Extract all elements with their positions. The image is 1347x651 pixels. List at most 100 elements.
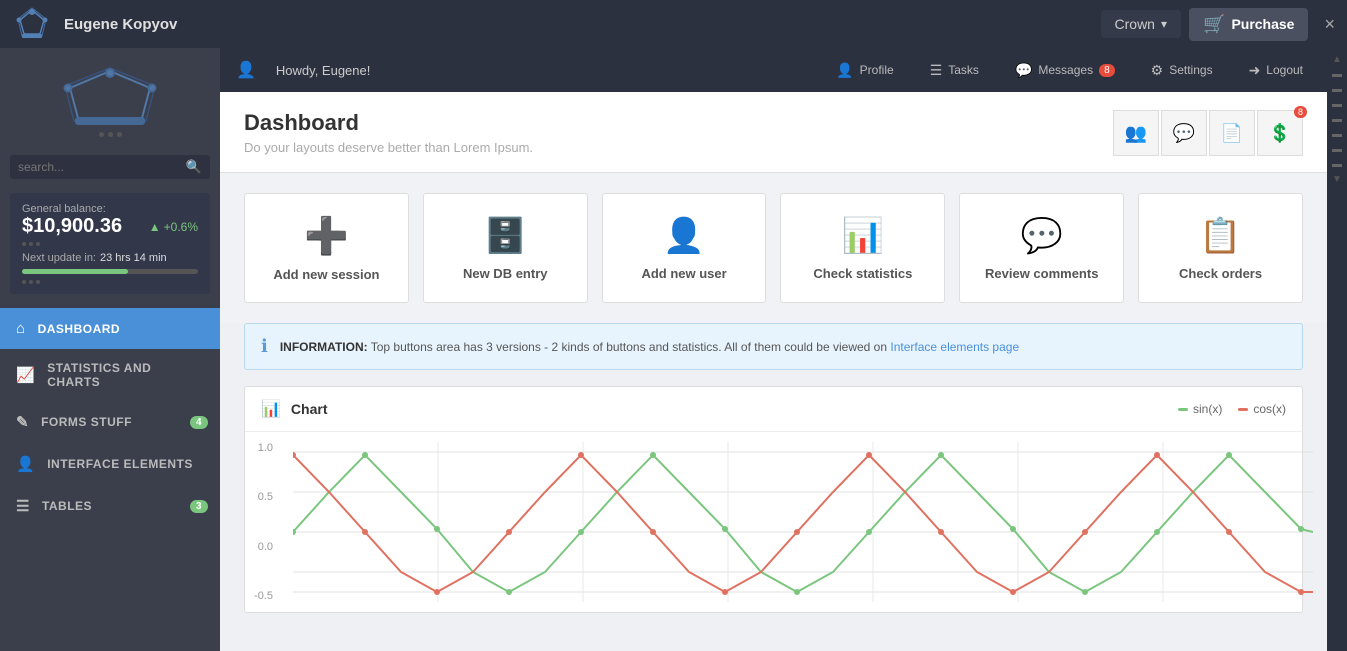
balance-amount: $10,900.36 <box>22 215 122 238</box>
scroll-item-4: ▬ <box>1332 114 1342 125</box>
cos-line <box>293 455 1313 592</box>
finance-action-btn[interactable]: 💲 8 <box>1257 110 1303 156</box>
sidebar-item-label: TABLES <box>42 499 92 513</box>
chart-icon: 📈 <box>16 366 35 384</box>
main-content: 👤 Howdy, Eugene! 👤 Profile ☰ Tasks 💬 Mes… <box>220 48 1327 651</box>
sidebar-item-label: DASHBOARD <box>38 322 121 336</box>
chart-title: Chart <box>291 401 1178 417</box>
stats-label: Check statistics <box>813 266 912 281</box>
sidebar-item-statistics[interactable]: 📈 STATISTICS AND CHARTS <box>0 349 220 401</box>
sidebar-item-label: FORMS STUFF <box>41 415 132 429</box>
y-label-2: 0.5 <box>245 491 273 503</box>
logout-action[interactable]: ➜ Logout <box>1241 62 1311 79</box>
add-session-label: Add new session <box>273 267 379 282</box>
chart-header: 📊 Chart sin(x) cos(x) <box>245 387 1302 432</box>
tasks-label: Tasks <box>948 63 979 77</box>
info-link[interactable]: Interface elements page <box>890 340 1019 354</box>
search-box[interactable]: 🔍 <box>10 155 210 179</box>
page-subtitle: Do your layouts deserve better than Lore… <box>244 140 533 155</box>
search-input[interactable] <box>18 160 186 174</box>
crown-selector[interactable]: Crown ▾ <box>1101 10 1182 38</box>
settings-action[interactable]: ⚙ Settings <box>1143 62 1221 79</box>
main-layout: 🔍 General balance: $10,900.36 ▲ +0.6% Ne… <box>0 48 1347 651</box>
chart-legend: sin(x) cos(x) <box>1178 402 1286 416</box>
quick-btn-db[interactable]: 🗄️ New DB entry <box>423 193 588 303</box>
quick-btn-user[interactable]: 👤 Add new user <box>602 193 767 303</box>
y-label-3: 0.0 <box>245 541 273 553</box>
inbox-action-btn[interactable]: 📄 <box>1209 110 1255 156</box>
quick-btn-orders[interactable]: 📋 Check orders <box>1138 193 1303 303</box>
orders-label: Check orders <box>1179 266 1262 281</box>
right-scrollbar[interactable]: ▲ ▬ ▬ ▬ ▬ ▬ ▬ ▬ ▼ <box>1327 48 1347 651</box>
tasks-icon: ☰ <box>930 62 943 79</box>
settings-label: Settings <box>1169 63 1212 77</box>
messages-icon: 💬 <box>1015 62 1032 79</box>
balance-dots <box>22 242 198 246</box>
crown-label: Crown <box>1115 16 1155 32</box>
messages-badge: 8 <box>1099 64 1115 77</box>
quick-buttons-section: ➕ Add new session 🗄️ New DB entry 👤 Add … <box>220 173 1327 323</box>
purchase-button[interactable]: 🛒 Purchase <box>1189 8 1308 41</box>
users-icon: 👥 <box>1125 123 1147 144</box>
dashboard-actions: 👥 💬 📄 💲 8 <box>1113 110 1303 156</box>
chart-body: 1.0 0.5 0.0 -0.5 <box>245 432 1302 612</box>
scroll-item-1: ▬ <box>1332 69 1342 80</box>
search-icon[interactable]: 🔍 <box>186 159 202 175</box>
user-avatar-icon: 👤 <box>236 60 256 80</box>
progress-bar <box>22 269 198 274</box>
purchase-label: Purchase <box>1231 16 1294 32</box>
dashboard-title-group: Dashboard Do your layouts deserve better… <box>244 110 533 155</box>
comments-icon: 💬 <box>1021 216 1063 256</box>
greeting-text: Howdy, Eugene! <box>276 63 808 78</box>
edit-icon: ✎ <box>16 413 29 431</box>
sidebar-item-tables[interactable]: ☰ TABLES 3 <box>0 485 220 527</box>
add-session-icon: ➕ <box>304 215 349 257</box>
chart-header-icon: 📊 <box>261 399 281 419</box>
chart-area: 📊 Chart sin(x) cos(x) 1.0 0.5 <box>244 386 1303 613</box>
quick-btn-stats[interactable]: 📊 Check statistics <box>780 193 945 303</box>
app-logo <box>12 4 52 44</box>
table-icon: ☰ <box>16 497 30 515</box>
next-update: Next update in: 23 hrs 14 min <box>22 252 198 264</box>
tasks-action[interactable]: ☰ Tasks <box>922 62 987 79</box>
comments-action-btn[interactable]: 💬 <box>1161 110 1207 156</box>
person-icon: 👤 <box>16 455 35 473</box>
messages-label: Messages <box>1038 63 1093 77</box>
profile-action[interactable]: 👤 Profile <box>828 62 901 79</box>
profile-icon: 👤 <box>836 62 853 79</box>
add-user-label: Add new user <box>641 266 726 281</box>
sidebar-item-dashboard[interactable]: ⌂ DASHBOARD <box>0 308 220 349</box>
legend-cos: cos(x) <box>1238 402 1286 416</box>
logout-label: Logout <box>1266 63 1303 77</box>
sin-legend-label: sin(x) <box>1193 402 1222 416</box>
comment-icon: 💬 <box>1173 123 1195 144</box>
info-prefix: INFORMATION: <box>280 340 368 354</box>
forms-badge: 4 <box>190 416 208 429</box>
balance-widget: General balance: $10,900.36 ▲ +0.6% Next… <box>10 193 210 294</box>
scroll-up-icon[interactable]: ▲ <box>1332 54 1342 65</box>
db-label: New DB entry <box>463 266 548 281</box>
dashboard-title-area: Dashboard Do your layouts deserve better… <box>220 92 1327 173</box>
scroll-down-icon[interactable]: ▼ <box>1332 174 1342 185</box>
sidebar-logo <box>0 48 220 147</box>
users-action-btn[interactable]: 👥 <box>1113 110 1159 156</box>
quick-btn-session[interactable]: ➕ Add new session <box>244 193 409 303</box>
scroll-item-5: ▬ <box>1332 129 1342 140</box>
messages-action[interactable]: 💬 Messages 8 <box>1007 62 1123 79</box>
progress-fill <box>22 269 128 274</box>
quick-btn-comments[interactable]: 💬 Review comments <box>959 193 1124 303</box>
up-icon: ▲ <box>149 220 161 234</box>
chart-svg <box>293 442 1313 602</box>
close-icon[interactable]: × <box>1324 14 1335 35</box>
cos-legend-label: cos(x) <box>1253 402 1286 416</box>
y-label-4: -0.5 <box>245 590 273 602</box>
orders-icon: 📋 <box>1199 216 1241 256</box>
sidebar-item-forms[interactable]: ✎ FORMS STUFF 4 <box>0 401 220 443</box>
balance-label: General balance: <box>22 203 198 215</box>
sidebar: 🔍 General balance: $10,900.36 ▲ +0.6% Ne… <box>0 48 220 651</box>
sidebar-item-interface[interactable]: 👤 Interface Elements <box>0 443 220 485</box>
scroll-item-2: ▬ <box>1332 84 1342 95</box>
y-label-1: 1.0 <box>245 442 273 454</box>
logout-icon: ➜ <box>1249 62 1261 79</box>
tables-badge: 3 <box>190 500 208 513</box>
